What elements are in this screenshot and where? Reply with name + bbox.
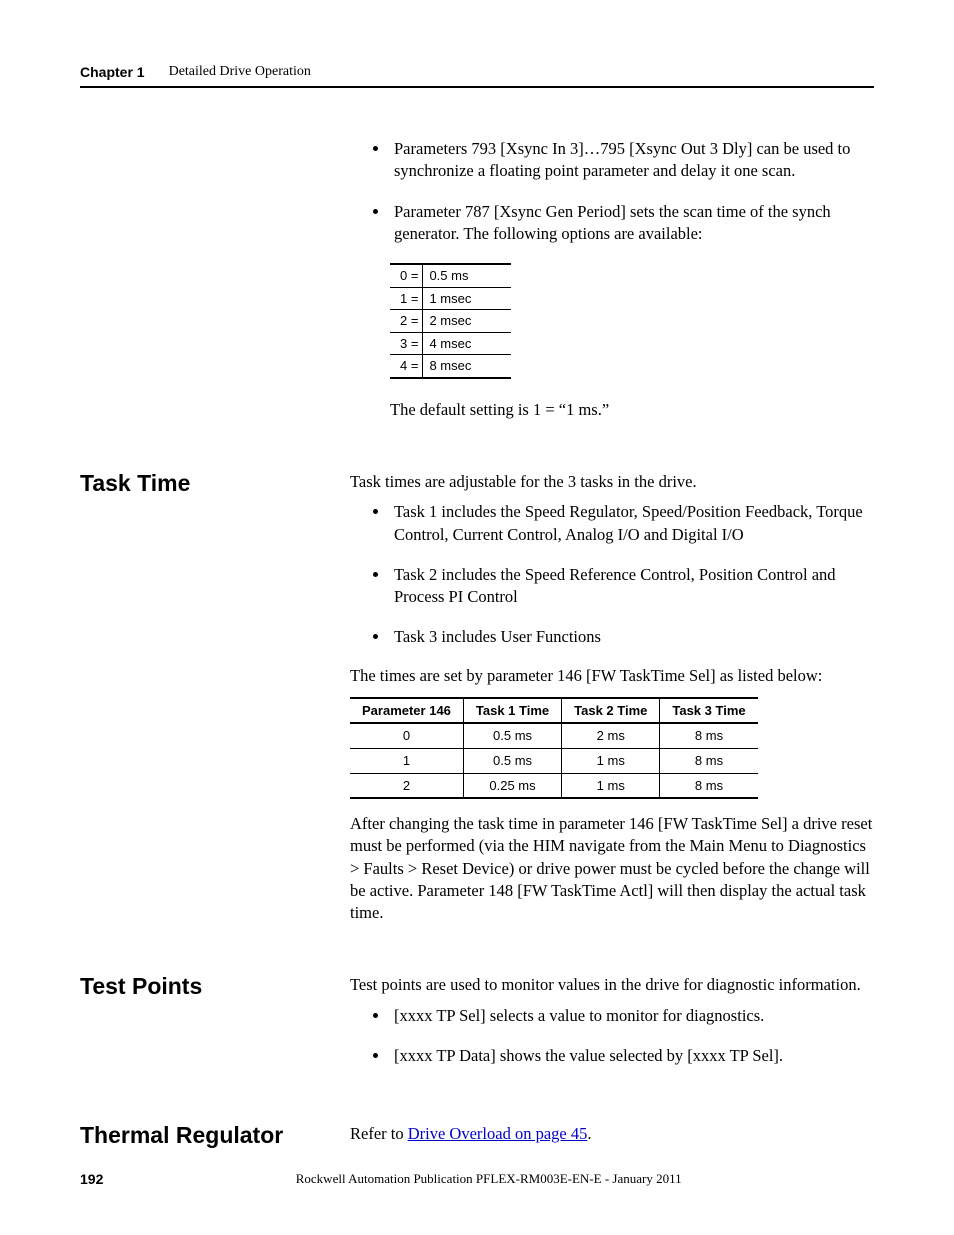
chapter-title: Detailed Drive Operation [169,64,311,80]
opt-key: 1 = [390,287,423,310]
section-test-points: Test Points Test points are used to moni… [80,974,874,1085]
list-item: Task 3 includes User Functions [390,626,874,648]
section-thermal: Thermal Regulator Refer to Drive Overloa… [80,1123,874,1148]
heading-task-time: Task Time [80,471,350,924]
col-header: Task 3 Time [660,698,758,724]
opt-key: 2 = [390,310,423,333]
list-item: [xxxx TP Data] shows the value selected … [390,1045,874,1067]
opt-val: 2 msec [423,310,511,333]
cell: 2 ms [562,723,660,748]
list-item: Task 2 includes the Speed Reference Cont… [390,564,874,609]
cell: 1 ms [562,773,660,798]
thermal-text-before: Refer to [350,1124,408,1143]
opt-val: 1 msec [423,287,511,310]
col-header: Parameter 146 [350,698,463,724]
opt-val: 8 msec [423,355,511,378]
list-item: [xxxx TP Sel] selects a value to monitor… [390,1005,874,1027]
page-footer: 192 Rockwell Automation Publication PFLE… [80,1171,874,1187]
opt-key: 0 = [390,264,423,287]
cell: 8 ms [660,723,758,748]
cell: 0.25 ms [463,773,561,798]
opt-val: 4 msec [423,332,511,355]
drive-overload-link[interactable]: Drive Overload on page 45 [408,1124,588,1143]
heading-test-points: Test Points [80,974,350,1085]
cell: 1 [350,749,463,774]
param-table: Parameter 146 Task 1 Time Task 2 Time Ta… [350,697,758,799]
cell: 8 ms [660,749,758,774]
opt-key: 3 = [390,332,423,355]
task-time-after: After changing the task time in paramete… [350,813,874,924]
heading-thermal: Thermal Regulator [80,1123,350,1148]
cell: 2 [350,773,463,798]
publication-info: Rockwell Automation Publication PFLEX-RM… [103,1171,874,1187]
task-time-bullets: Task 1 includes the Speed Regulator, Spe… [350,501,874,648]
cell: 0.5 ms [463,749,561,774]
page-number: 192 [80,1171,103,1187]
page-content: Parameters 793 [Xsync In 3]…795 [Xsync O… [80,130,874,1149]
table-intro: The times are set by parameter 146 [FW T… [350,665,874,687]
test-points-intro: Test points are used to monitor values i… [350,974,874,996]
table-row: 1 0.5 ms 1 ms 8 ms [350,749,758,774]
cell: 8 ms [660,773,758,798]
col-header: Task 1 Time [463,698,561,724]
list-item: Parameter 787 [Xsync Gen Period] sets th… [390,201,874,246]
list-item: Parameters 793 [Xsync In 3]…795 [Xsync O… [390,138,874,183]
opt-val: 0.5 ms [423,264,511,287]
default-note: The default setting is 1 = “1 ms.” [390,399,874,421]
task-time-intro: Task times are adjustable for the 3 task… [350,471,874,493]
chapter-label: Chapter 1 [80,64,145,80]
test-points-bullets: [xxxx TP Sel] selects a value to monitor… [350,1005,874,1068]
col-header: Task 2 Time [562,698,660,724]
section-task-time: Task Time Task times are adjustable for … [80,471,874,924]
cell: 1 ms [562,749,660,774]
list-item: Task 1 includes the Speed Regulator, Spe… [390,501,874,546]
table-row: 0 0.5 ms 2 ms 8 ms [350,723,758,748]
opt-key: 4 = [390,355,423,378]
page-header: Chapter 1 Detailed Drive Operation [80,64,874,88]
thermal-text-after: . [587,1124,591,1143]
options-table: 0 =0.5 ms 1 =1 msec 2 =2 msec 3 =4 msec … [390,263,511,379]
cell: 0 [350,723,463,748]
cell: 0.5 ms [463,723,561,748]
top-bullets: Parameters 793 [Xsync In 3]…795 [Xsync O… [350,138,874,245]
table-row: 2 0.25 ms 1 ms 8 ms [350,773,758,798]
